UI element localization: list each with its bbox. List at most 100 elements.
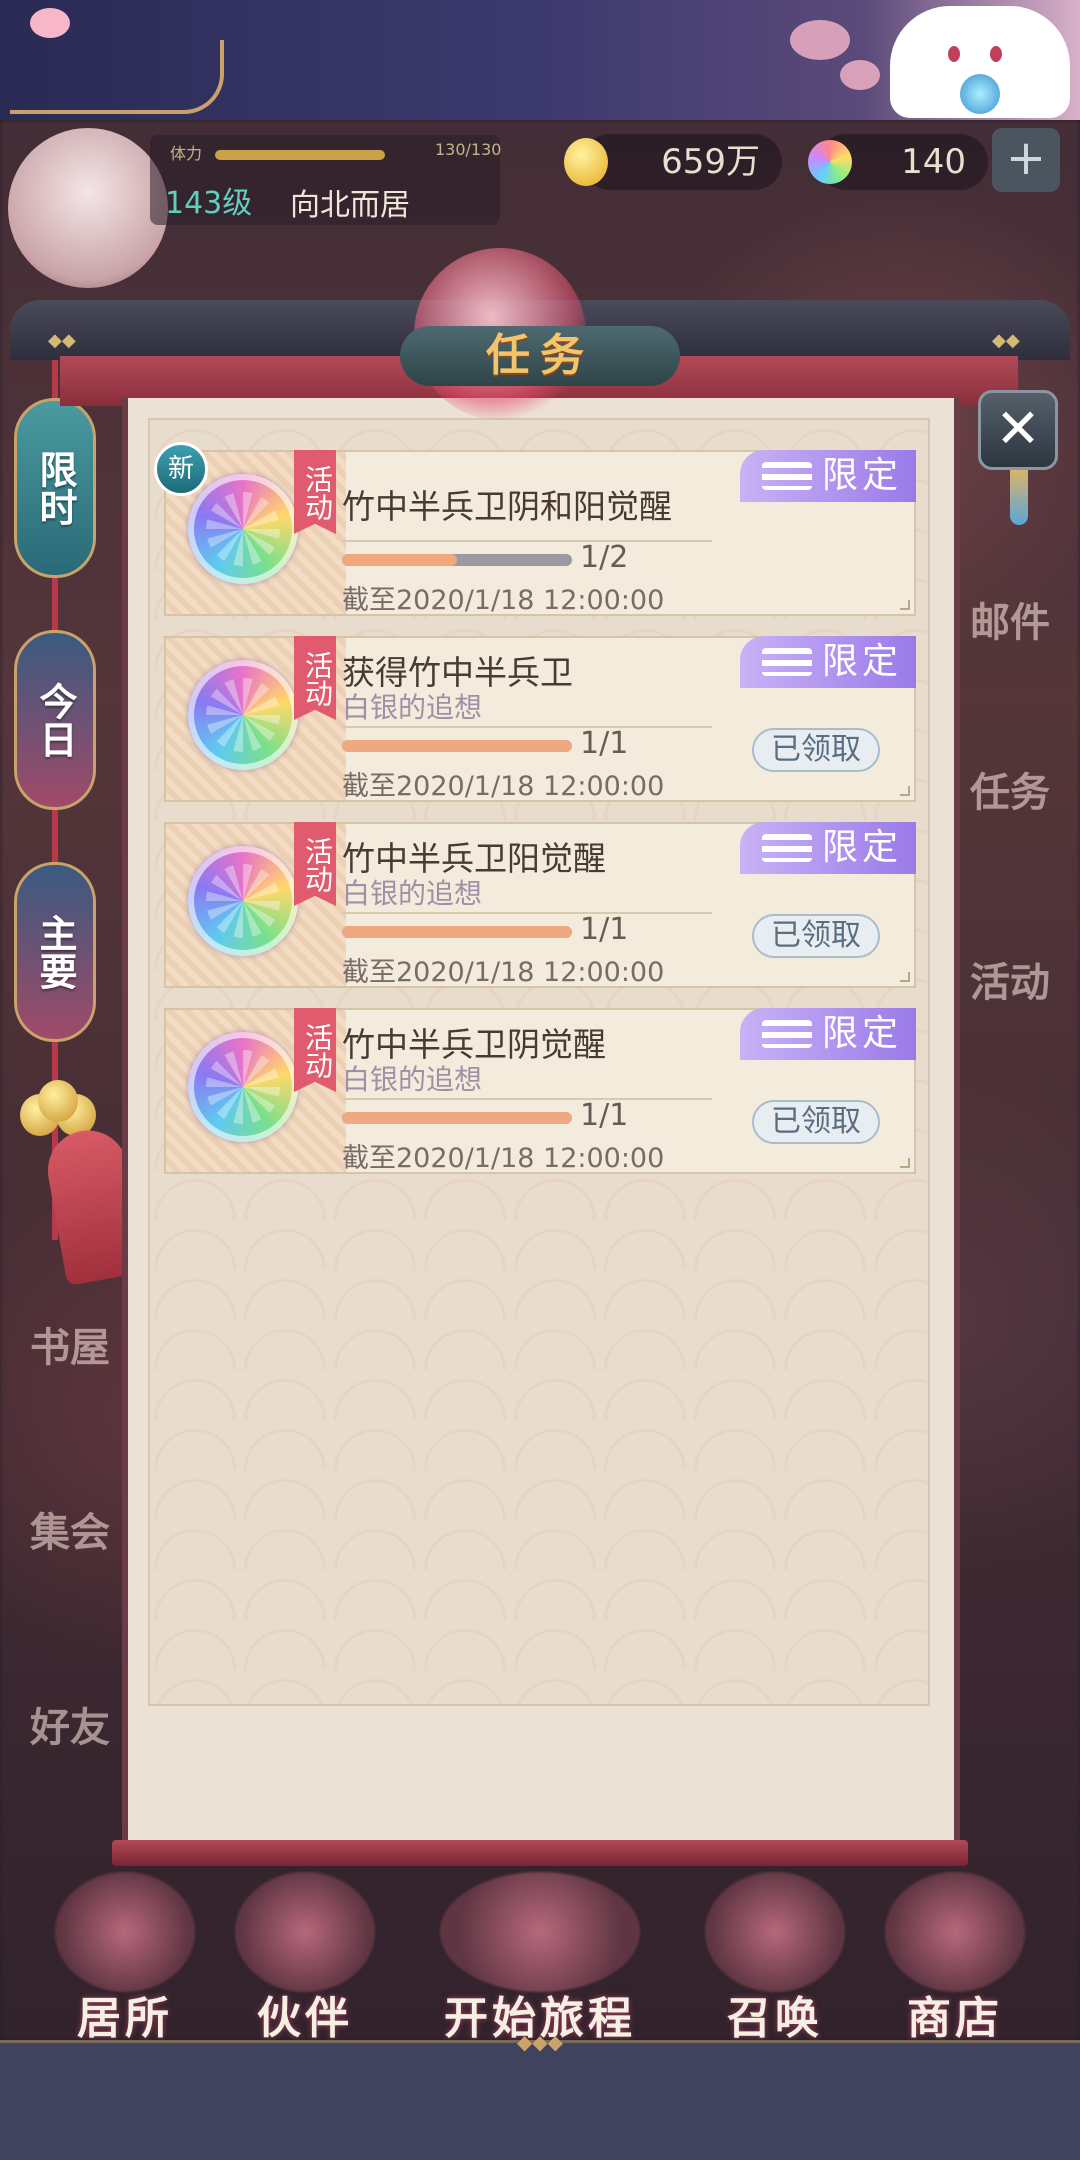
nav-shop[interactable]: 商店 <box>870 1862 1040 2044</box>
nav-label: 伙伴 <box>257 1993 353 2044</box>
task-deadline: 截至2020/1/18 12:00:00 <box>342 771 665 802</box>
new-badge: 新 <box>154 442 208 496</box>
tab-main[interactable]: 主要 <box>14 862 96 1042</box>
journey-icon <box>440 1872 640 1992</box>
cloud-stripes-icon <box>762 1020 812 1048</box>
player-avatar[interactable] <box>8 128 168 288</box>
card-divider <box>342 1098 712 1100</box>
bell-icon <box>38 1080 78 1122</box>
close-tassel-decoration <box>1010 470 1028 525</box>
petal-decoration <box>840 60 880 90</box>
task-progress-fill <box>342 926 572 938</box>
activity-ribbon: 活动 <box>294 450 336 534</box>
card-corner <box>900 600 910 610</box>
task-progress-bar <box>342 926 572 938</box>
card-divider <box>342 912 712 914</box>
bg-menu-tasks: 任务 <box>970 770 1050 816</box>
tab-label: 限时 <box>33 450 77 526</box>
cloud-stripes-icon <box>762 648 812 676</box>
task-progress-fill <box>342 554 457 566</box>
residence-icon <box>55 1872 195 1992</box>
task-progress-text: 1/1 <box>580 1098 629 1133</box>
limited-tag: 限定 <box>740 1008 916 1060</box>
task-deadline: 截至2020/1/18 12:00:00 <box>342 585 665 616</box>
nav-start-journey[interactable]: 开始旅程 <box>400 1862 680 2044</box>
stamina-label: 体力 <box>170 144 203 163</box>
summon-icon <box>705 1872 845 1992</box>
jade-amount: 140 <box>901 142 966 182</box>
diamond-ornament-icon: ◆◆ <box>992 330 1020 351</box>
add-currency-button[interactable]: + <box>992 128 1060 192</box>
mascot-eye <box>990 46 1002 62</box>
card-corner <box>900 972 910 982</box>
task-card[interactable]: 活动 竹中半兵卫阳觉醒 白银的追想 1/1 截至2020/1/18 12:00:… <box>164 822 916 988</box>
task-progress-bar <box>342 554 572 566</box>
limited-tag: 限定 <box>740 636 916 688</box>
cloud-stripes-icon <box>762 462 812 490</box>
task-title: 竹中半兵卫阴和阳觉醒 <box>342 487 672 526</box>
bg-menu-bookhouse: 书屋 <box>30 1325 110 1371</box>
task-card[interactable]: 活动 获得竹中半兵卫 白银的追想 1/1 截至2020/1/18 12:00:0… <box>164 636 916 802</box>
rainbow-gem-icon <box>188 660 298 770</box>
task-progress-bar <box>342 740 572 752</box>
task-progress-fill <box>342 1112 572 1124</box>
stamina-bar <box>215 150 385 160</box>
stamina-value: 130/130 <box>435 140 502 159</box>
task-card[interactable]: 活动 竹中半兵卫阴觉醒 白银的追想 1/1 截至2020/1/18 12:00:… <box>164 1008 916 1174</box>
tab-label: 主要 <box>33 914 77 990</box>
task-progress-bar <box>342 1112 572 1124</box>
nav-label: 居所 <box>77 1993 173 2044</box>
nav-label: 召唤 <box>727 1993 823 2044</box>
mascot-orb <box>960 74 1000 114</box>
bg-menu-mail: 邮件 <box>970 600 1050 646</box>
panel-title: 任务 <box>486 330 594 381</box>
rainbow-gem-icon <box>188 474 298 584</box>
card-divider <box>342 540 712 542</box>
tab-label: 今日 <box>33 682 77 758</box>
mascot-icon[interactable] <box>890 6 1070 118</box>
partners-icon <box>235 1872 375 1992</box>
coin-counter[interactable]: 659万 <box>564 134 782 190</box>
jade-icon <box>808 140 852 184</box>
nav-label: 商店 <box>907 1993 1003 2044</box>
coin-amount: 659万 <box>661 142 760 182</box>
limited-tag-label: 限定 <box>821 641 902 682</box>
task-subtitle: 白银的追想 <box>342 691 483 724</box>
shop-icon <box>885 1872 1025 1992</box>
diamond-ornament-icon: ◆◆ <box>48 330 76 351</box>
claimed-button[interactable]: 已领取 <box>752 1100 880 1144</box>
task-deadline: 截至2020/1/18 12:00:00 <box>342 1143 665 1174</box>
bottom-bar <box>0 2040 1080 2160</box>
claimed-button[interactable]: 已领取 <box>752 914 880 958</box>
limited-tag: 限定 <box>740 450 916 502</box>
task-progress-text: 1/1 <box>580 912 629 947</box>
limited-tag: 限定 <box>740 822 916 874</box>
task-card[interactable]: 活动 新 竹中半兵卫阴和阳觉醒 1/2 截至2020/1/18 12:00:00… <box>154 442 916 616</box>
player-name: 向北而居 <box>290 188 410 223</box>
activity-ribbon: 活动 <box>294 822 336 906</box>
task-deadline: 截至2020/1/18 12:00:00 <box>342 957 665 988</box>
task-subtitle: 白银的追想 <box>342 877 483 910</box>
bell-decoration <box>20 1080 108 1136</box>
task-progress-text: 1/1 <box>580 726 629 761</box>
tab-limited-time[interactable]: 限时 <box>14 398 96 578</box>
coin-icon <box>564 138 608 186</box>
tab-daily[interactable]: 今日 <box>14 630 96 810</box>
close-button[interactable]: ✕ <box>978 390 1058 470</box>
claimed-button[interactable]: 已领取 <box>752 728 880 772</box>
cloud-stripes-icon <box>762 834 812 862</box>
nav-summon[interactable]: 召唤 <box>690 1862 860 2044</box>
limited-tag-label: 限定 <box>821 455 902 496</box>
limited-tag-label: 限定 <box>821 1013 902 1054</box>
task-progress-fill <box>342 740 572 752</box>
bg-menu-gathering: 集会 <box>30 1510 110 1556</box>
task-progress-text: 1/2 <box>580 540 629 575</box>
bg-menu-activity: 活动 <box>970 960 1050 1006</box>
nav-partners[interactable]: 伙伴 <box>220 1862 390 2044</box>
petal-decoration <box>30 8 70 38</box>
nav-residence[interactable]: 居所 <box>40 1862 210 2044</box>
card-corner <box>900 786 910 796</box>
top-banner <box>0 0 1080 120</box>
activity-ribbon: 活动 <box>294 1008 336 1092</box>
jade-counter[interactable]: 140 <box>808 134 988 190</box>
